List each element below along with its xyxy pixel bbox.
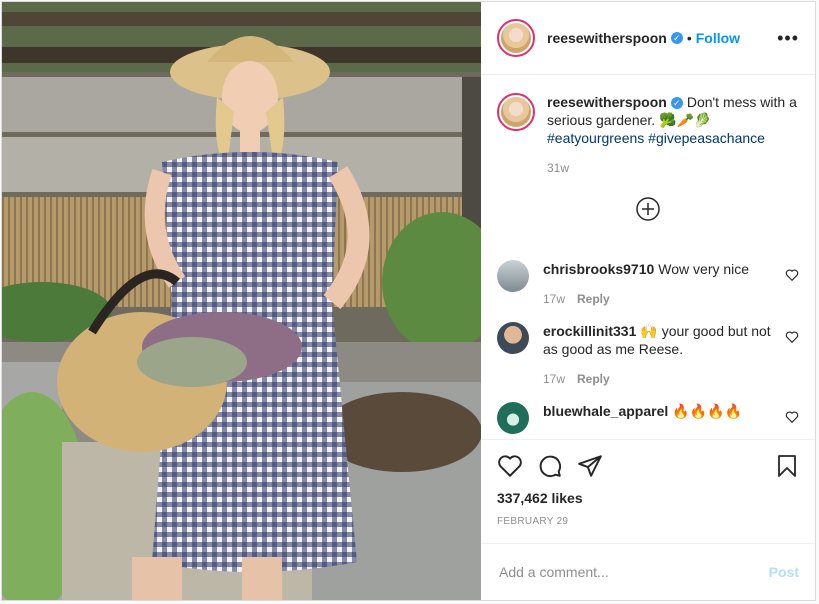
post-photo[interactable] [2,2,481,600]
separator-dot: • [686,30,692,46]
reply-button[interactable]: Reply [577,292,610,306]
comment-username[interactable]: bluewhale_apparel [543,403,668,419]
caption-avatar[interactable] [497,93,535,131]
comment-age[interactable]: 17w [543,292,565,306]
comment-bubble-icon[interactable] [537,453,563,479]
add-comment-bar: Post [481,543,815,600]
comment-age[interactable]: 17w [543,372,565,386]
author-username[interactable]: reesewitherspoon [547,30,667,46]
author-avatar[interactable] [497,19,535,57]
comment-username[interactable]: chrisbrooks9710 [543,261,654,277]
comment-username[interactable]: erockillinit331 [543,323,636,339]
caption-username[interactable]: reesewitherspoon [547,94,667,110]
comment-row: erockillinit331 🙌 your good but not as go… [497,322,799,388]
commenter-avatar[interactable] [497,260,529,292]
commenter-avatar[interactable] [497,402,529,434]
post-header: reesewitherspoon ✓ • Follow ••• [481,2,815,75]
post-card: reesewitherspoon ✓ • Follow ••• reesewit… [1,1,816,601]
comments-section[interactable]: reesewitherspoon ✓ Don't mess with a serio… [481,75,815,439]
post-date[interactable]: FEBRUARY 29 [497,516,799,543]
caption-hashtags[interactable]: #eatyourgreens #givepeasachance [547,130,765,146]
save-bookmark-icon[interactable] [775,453,799,479]
comment-text: 🔥🔥🔥🔥 [672,403,743,419]
comment-row: bluewhale_apparel 🔥🔥🔥🔥 [497,402,799,434]
comment-text: Wow very nice [658,261,750,277]
load-more-comments-button[interactable] [497,197,799,226]
follow-button[interactable]: Follow [696,30,740,46]
verified-badge-icon: ✓ [670,97,683,110]
more-options-icon[interactable]: ••• [777,28,799,49]
post-actions: 337,462 likes FEBRUARY 29 [481,439,815,543]
caption-age[interactable]: 31w [547,161,569,175]
like-comment-heart-icon[interactable] [785,410,799,424]
likes-count[interactable]: 337,462 likes [497,490,799,506]
reply-button[interactable]: Reply [577,372,610,386]
add-comment-input[interactable] [497,563,769,581]
post-sidebar: reesewitherspoon ✓ • Follow ••• reesewit… [481,2,815,600]
like-comment-heart-icon[interactable] [785,330,799,344]
verified-badge-icon: ✓ [670,32,683,44]
post-comment-button[interactable]: Post [769,564,799,580]
share-paper-plane-icon[interactable] [577,453,603,479]
garden-photo-illustration [2,2,481,600]
plus-circle-icon[interactable] [636,197,660,221]
like-comment-heart-icon[interactable] [785,268,799,282]
comment-row: chrisbrooks9710 Wow very nice 17w Reply [497,260,799,308]
caption: reesewitherspoon ✓ Don't mess with a serio… [497,93,799,177]
commenter-avatar[interactable] [497,322,529,354]
like-heart-icon[interactable] [497,453,523,479]
